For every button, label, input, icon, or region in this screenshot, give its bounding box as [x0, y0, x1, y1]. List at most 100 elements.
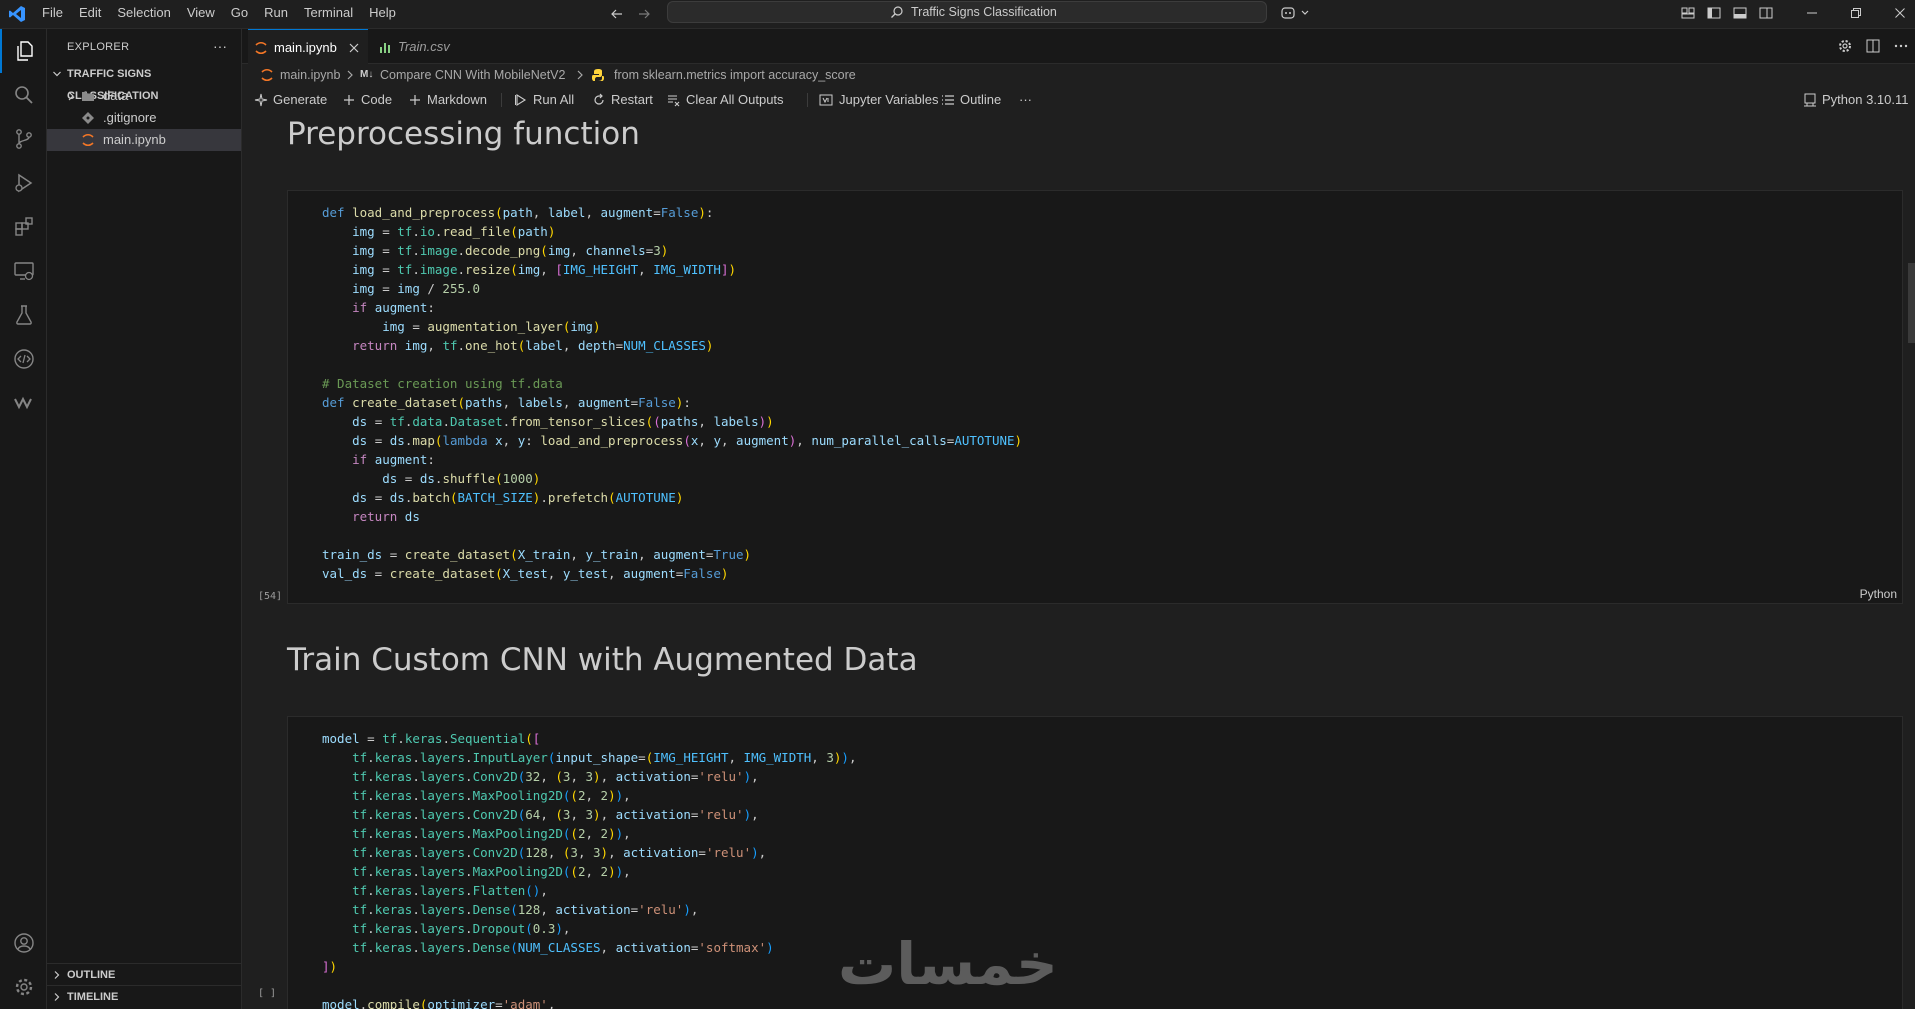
code-editor[interactable]: model = tf.keras.Sequential([ tf.keras.l… — [322, 729, 856, 1009]
layout-controls — [1680, 5, 1774, 21]
breadcrumb: main.ipynb M↓ Compare CNN With MobileNet… — [242, 64, 1915, 86]
gear-icon[interactable] — [1837, 38, 1853, 54]
editor-actions — [1837, 38, 1909, 54]
plus-icon — [344, 95, 354, 105]
activity-testing[interactable] — [0, 293, 47, 337]
explorer-title: EXPLORER — [67, 41, 130, 53]
code-cell[interactable]: model = tf.keras.Sequential([ tf.keras.l… — [287, 716, 1903, 1009]
activity-wave-ext[interactable] — [0, 381, 47, 425]
toggle-primary-sidebar-icon[interactable] — [1706, 5, 1722, 21]
menu-go[interactable]: Go — [223, 0, 256, 28]
chevron-right-icon — [577, 70, 583, 80]
chevron-right-icon — [68, 91, 74, 101]
activity-accounts[interactable] — [0, 921, 47, 965]
tree-item-data[interactable]: data — [47, 85, 241, 107]
kernel-icon — [1804, 93, 1816, 107]
code-editor[interactable]: def load_and_preprocess(path, label, aug… — [322, 203, 1022, 583]
folder-icon — [82, 92, 94, 101]
extensions-icon — [14, 217, 33, 236]
toggle-panel-icon[interactable] — [1732, 5, 1748, 21]
activity-remote-explorer[interactable] — [0, 249, 47, 293]
activity-manage[interactable] — [0, 965, 47, 1009]
menu-bar: File Edit Selection View Go Run Terminal… — [34, 0, 404, 28]
vertical-scrollbar[interactable] — [1908, 263, 1915, 343]
cell-language[interactable]: Python — [1860, 587, 1897, 601]
workspace-folder-header[interactable]: TRAFFIC SIGNS CLASSIFICATION — [47, 63, 242, 102]
tree-item-label: .gitignore — [103, 110, 157, 125]
menu-edit[interactable]: Edit — [71, 0, 109, 28]
explorer-more-actions[interactable]: ··· — [213, 38, 227, 54]
code-cell[interactable]: def load_and_preprocess(path, label, aug… — [287, 190, 1903, 604]
more-actions-icon[interactable] — [1893, 38, 1909, 54]
window-controls — [1790, 0, 1915, 25]
restore-icon — [1851, 7, 1861, 18]
menu-view[interactable]: View — [179, 0, 223, 28]
tab-main-ipynb[interactable]: main.ipynb — [248, 29, 368, 64]
more-toolbar-button[interactable]: ··· — [1019, 88, 1032, 112]
jupyter-icon — [255, 41, 267, 55]
breadcrumb-section[interactable]: Compare CNN With MobileNetV2 — [380, 64, 565, 86]
tree-item-label: data — [103, 88, 129, 103]
copilot-icon[interactable] — [1280, 5, 1314, 21]
vscode-logo-icon — [9, 6, 25, 22]
breadcrumb-symbol[interactable]: from sklearn.metrics import accuracy_sco… — [614, 64, 856, 86]
toggle-secondary-sidebar-icon[interactable] — [1758, 5, 1774, 21]
minimize-button[interactable] — [1790, 0, 1834, 25]
tree-item-main-ipynb[interactable]: main.ipynb — [47, 129, 241, 151]
activity-bar — [0, 29, 47, 1009]
tree-item-gitignore[interactable]: .gitignore — [47, 107, 241, 129]
activity-extensions[interactable] — [0, 205, 47, 249]
activity-code-ext[interactable] — [0, 337, 47, 381]
timeline-section[interactable]: TIMELINE — [47, 985, 241, 1008]
activity-source-control[interactable] — [0, 117, 47, 161]
tab-label: Train.csv — [398, 39, 450, 54]
tree-item-label: main.ipynb — [103, 132, 166, 147]
markdown-heading-cell[interactable]: Preprocessing function — [287, 116, 640, 152]
back-arrow-icon[interactable] — [609, 6, 625, 22]
toolbar-divider — [807, 93, 808, 107]
variables-label: Jupyter Variables — [839, 92, 939, 107]
editor-tabs: main.ipynb Train.csv — [242, 29, 1915, 64]
outline-section-label: OUTLINE — [67, 969, 116, 981]
more-label: ··· — [1019, 92, 1032, 107]
markdown-heading-cell[interactable]: Train Custom CNN with Augmented Data — [287, 642, 918, 678]
timeline-section-label: TIMELINE — [67, 991, 119, 1003]
watermark-logo: خمسات — [838, 930, 1058, 998]
menu-help[interactable]: Help — [361, 0, 404, 28]
restart-icon — [594, 93, 604, 105]
activity-search[interactable] — [0, 73, 47, 117]
close-icon[interactable] — [348, 42, 360, 54]
minimize-icon — [1807, 12, 1817, 13]
activity-run-debug[interactable] — [0, 161, 47, 205]
menu-file[interactable]: File — [34, 0, 71, 28]
menu-run[interactable]: Run — [256, 0, 296, 28]
split-editor-icon[interactable] — [1865, 38, 1881, 54]
beaker-icon — [15, 305, 32, 325]
chevron-right-icon — [347, 70, 353, 80]
jupyter-icon — [261, 68, 273, 82]
generate-label: Generate — [273, 92, 328, 107]
outline-section[interactable]: OUTLINE — [47, 963, 241, 986]
menu-terminal[interactable]: Terminal — [296, 0, 361, 28]
restore-button[interactable] — [1834, 0, 1878, 25]
run-debug-icon — [14, 173, 32, 193]
close-icon — [1895, 7, 1905, 18]
command-center-search[interactable]: Traffic Signs Classification — [667, 1, 1267, 23]
menu-selection[interactable]: Selection — [109, 0, 178, 28]
tab-train-csv[interactable]: Train.csv — [368, 29, 480, 64]
python-icon — [592, 69, 604, 81]
wave-icon — [13, 396, 32, 410]
code-circle-icon — [13, 349, 34, 369]
chevron-right-icon — [54, 971, 60, 979]
breadcrumb-file[interactable]: main.ipynb — [280, 64, 340, 86]
execution-count: [54] — [258, 591, 283, 602]
forward-arrow-icon[interactable] — [636, 6, 652, 22]
close-window-button[interactable] — [1878, 0, 1915, 25]
files-icon — [16, 41, 33, 61]
source-control-icon — [15, 129, 32, 149]
code-label: Code — [361, 92, 393, 107]
search-icon — [891, 6, 903, 18]
customize-layout-icon[interactable] — [1680, 5, 1696, 21]
title-bar: File Edit Selection View Go Run Terminal… — [0, 0, 1915, 29]
activity-explorer[interactable] — [0, 29, 47, 73]
